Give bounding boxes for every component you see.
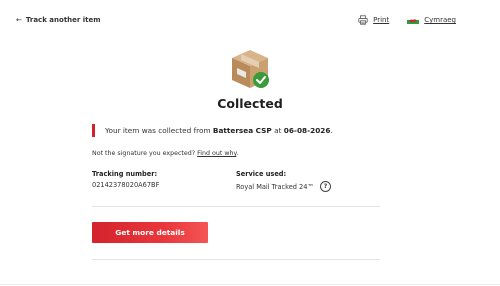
signature-suffix: . (236, 150, 239, 157)
get-more-details-button[interactable]: Get more details (92, 222, 208, 243)
service-used-label: Service used: (236, 170, 287, 178)
status-hero: Collected (0, 46, 500, 111)
top-actions: Print Cymraeg (358, 15, 456, 25)
notice-suffix: . (330, 126, 333, 135)
language-label: Cymraeg (424, 16, 456, 24)
details-divider (92, 206, 380, 207)
signature-question: Not the signature you expected? Find out… (92, 150, 380, 157)
notice-middle: at (271, 126, 284, 135)
tracking-number-label: Tracking number: (92, 170, 158, 178)
collection-location: Battersea CSP (212, 126, 272, 135)
service-used-value: Royal Mail Tracked 24™ (236, 182, 315, 191)
language-link[interactable]: Cymraeg (407, 16, 456, 24)
service-used-row: Royal Mail Tracked 24™ ? (236, 181, 380, 192)
tracking-details: Tracking number: 02142378020A67BF Servic… (92, 170, 380, 192)
page-bottom-divider (0, 284, 500, 285)
notice-prefix: Your item was collected from (105, 126, 213, 135)
back-link-label: Track another item (25, 16, 101, 24)
service-used-block: Service used: Royal Mail Tracked 24™ ? (236, 170, 380, 192)
top-bar: ← Track another item Print Cymraeg (0, 0, 500, 40)
tracking-number-row: 02142378020A67BF (92, 181, 236, 189)
printer-icon (358, 15, 368, 25)
tracking-number-block: Tracking number: 02142378020A67BF (92, 170, 236, 192)
arrow-left-icon: ← (16, 16, 22, 24)
print-link[interactable]: Print (358, 15, 389, 25)
help-icon[interactable]: ? (320, 181, 332, 192)
tracking-number-value: 02142378020A67BF (92, 181, 160, 189)
welsh-flag-icon (407, 16, 420, 24)
parcel-collected-icon (228, 46, 272, 90)
collection-notice: Your item was collected from Battersea C… (92, 124, 393, 137)
collection-date: 06-08-2026 (283, 126, 331, 135)
back-link[interactable]: ← Track another item (16, 16, 101, 24)
print-label: Print (373, 16, 390, 24)
status-title: Collected (217, 96, 283, 111)
cta-divider (92, 259, 380, 260)
signature-text: Not the signature you expected? (92, 150, 198, 157)
find-out-why-link[interactable]: Find out why (197, 150, 236, 157)
